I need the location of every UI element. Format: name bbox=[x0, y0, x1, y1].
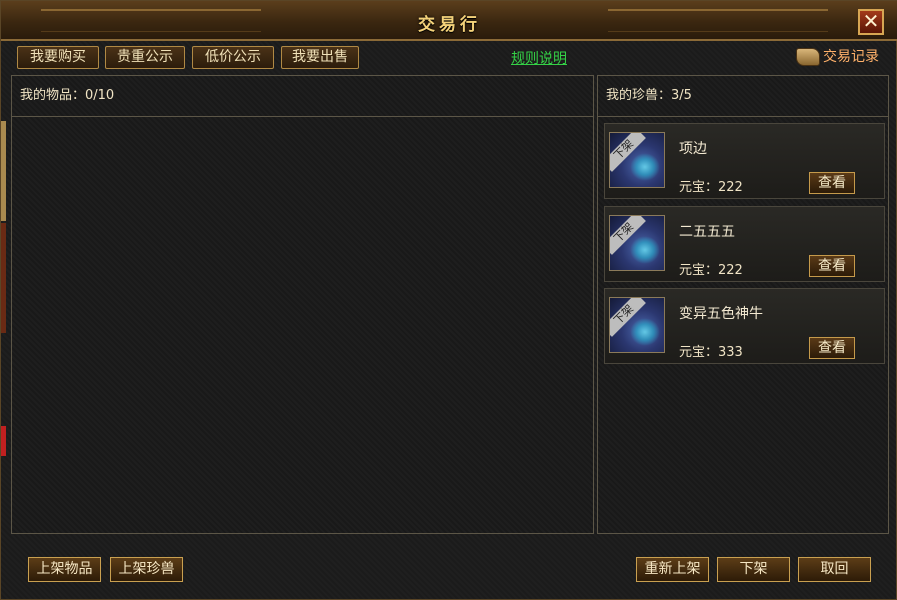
trade-window: 交易行 ✕ 我要购买 贵重公示 低价公示 我要出售 规则说明 交易记录 我的物品… bbox=[0, 0, 897, 600]
close-button[interactable]: ✕ bbox=[858, 9, 884, 35]
tab-lowprice-notice[interactable]: 低价公示 bbox=[192, 46, 274, 69]
tab-label: 我要出售 bbox=[292, 49, 348, 65]
pet-glow bbox=[630, 153, 660, 181]
list-item-button[interactable]: 上架物品 bbox=[28, 557, 101, 582]
pet-portrait-icon: 下架 bbox=[609, 132, 665, 188]
list-pet-button[interactable]: 上架珍兽 bbox=[110, 557, 183, 582]
pet-glow bbox=[630, 236, 660, 264]
title-bar: 交易行 ✕ bbox=[1, 1, 897, 41]
tab-sell[interactable]: 我要出售 bbox=[281, 46, 359, 69]
items-panel: 我的物品：0/10 bbox=[11, 75, 594, 534]
items-panel-header: 我的物品：0/10 bbox=[12, 76, 593, 117]
pet-price: 元宝：222 bbox=[679, 180, 743, 195]
window-title: 交易行 bbox=[418, 15, 481, 35]
edge-decoration bbox=[1, 121, 6, 221]
pets-panel-header: 我的珍兽：3/5 bbox=[598, 76, 888, 117]
tab-label: 我要购买 bbox=[30, 49, 86, 65]
trade-log-label: 交易记录 bbox=[823, 49, 879, 65]
scroll-icon bbox=[796, 48, 820, 66]
pet-portrait-icon: 下架 bbox=[609, 297, 665, 353]
pet-portrait-icon: 下架 bbox=[609, 215, 665, 271]
pet-card[interactable]: 下架 变异五色神牛 元宝：333 查看 bbox=[604, 288, 885, 364]
pet-glow bbox=[630, 318, 660, 346]
tab-label: 贵重公示 bbox=[117, 49, 173, 65]
pet-price: 元宝：222 bbox=[679, 263, 743, 278]
pet-price: 元宝：333 bbox=[679, 345, 743, 360]
retrieve-button[interactable]: 取回 bbox=[798, 557, 871, 582]
tab-label: 低价公示 bbox=[205, 49, 261, 65]
pet-name: 变异五色神牛 bbox=[679, 306, 763, 322]
pet-card[interactable]: 下架 二五五五 元宝：222 查看 bbox=[604, 206, 885, 282]
relist-button[interactable]: 重新上架 bbox=[636, 557, 709, 582]
rules-link[interactable]: 规则说明 bbox=[511, 48, 567, 68]
pet-card[interactable]: 下架 项边 元宝：222 查看 bbox=[604, 123, 885, 199]
delist-button[interactable]: 下架 bbox=[717, 557, 790, 582]
view-button[interactable]: 查看 bbox=[809, 255, 855, 277]
view-button[interactable]: 查看 bbox=[809, 172, 855, 194]
close-icon: ✕ bbox=[862, 9, 880, 33]
trade-log-button[interactable]: 交易记录 bbox=[796, 46, 879, 70]
edge-decoration bbox=[1, 223, 6, 333]
tab-valuable-notice[interactable]: 贵重公示 bbox=[105, 46, 185, 69]
edge-decoration bbox=[1, 426, 6, 456]
pet-name: 二五五五 bbox=[679, 224, 735, 240]
view-button[interactable]: 查看 bbox=[809, 337, 855, 359]
pets-panel: 我的珍兽：3/5 下架 项边 元宝：222 查看 下架 二五五五 元宝：222 … bbox=[597, 75, 889, 534]
pet-name: 项边 bbox=[679, 141, 707, 157]
tab-buy[interactable]: 我要购买 bbox=[17, 46, 99, 69]
